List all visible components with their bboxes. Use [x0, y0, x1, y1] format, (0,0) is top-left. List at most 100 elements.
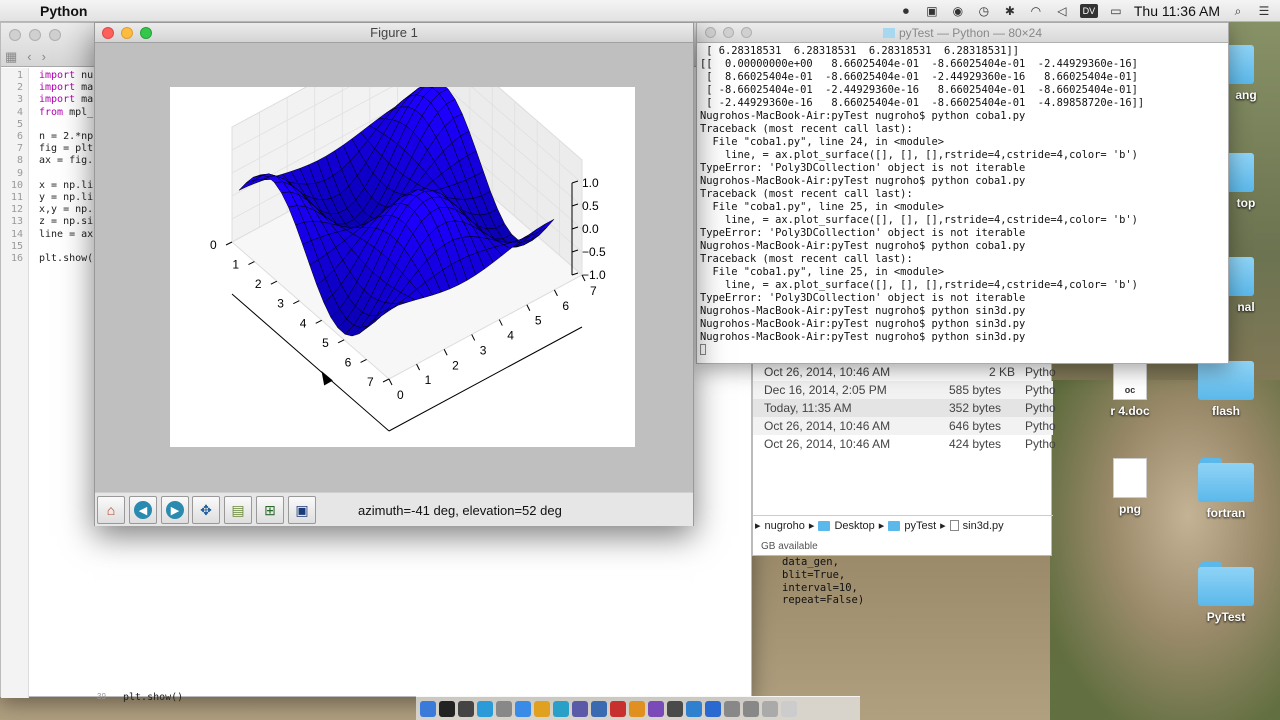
- desktop-icon-label: top: [1236, 196, 1256, 210]
- file-row[interactable]: Oct 26, 2014, 10:46 AM 424 bytes Pytho: [753, 435, 1056, 453]
- code-line: 2 import ma: [1, 82, 93, 94]
- wifi-icon[interactable]: ◠: [1028, 4, 1044, 18]
- minimize-icon[interactable]: [29, 29, 41, 41]
- zoom-icon[interactable]: [49, 29, 61, 41]
- code-text: line = ax: [39, 228, 94, 240]
- app-menu-name[interactable]: Python: [40, 3, 87, 19]
- path-item-file[interactable]: sin3d.py: [963, 520, 1004, 532]
- desktop-folder-pytest[interactable]: PyTest: [1186, 562, 1266, 624]
- desktop-icon-label: r 4.doc: [1110, 404, 1150, 418]
- file-date: Oct 26, 2014, 10:46 AM: [764, 419, 891, 433]
- desktop-folder-fortran[interactable]: fortran: [1186, 458, 1266, 520]
- close-icon[interactable]: [9, 29, 21, 41]
- x-tick-label: 2: [255, 277, 262, 291]
- plot-canvas[interactable]: 0 1 2 3 4 5 6 7 0 1 2 3 4 5 6 7 1.0 0.5 0.0 −0.5 −1.0: [170, 87, 635, 447]
- dock-app-icon[interactable]: [686, 700, 702, 717]
- eye-icon[interactable]: ◉: [950, 4, 966, 18]
- dock-app-icon[interactable]: [515, 700, 531, 717]
- pan-button[interactable]: ✥: [192, 496, 220, 524]
- close-icon[interactable]: [102, 27, 114, 39]
- save-button[interactable]: ▣: [288, 496, 316, 524]
- dock-app-icon[interactable]: [648, 700, 664, 717]
- dock-app-icon[interactable]: [667, 700, 683, 717]
- dock-app-icon[interactable]: [534, 700, 550, 717]
- battery-icon[interactable]: ▭: [1108, 4, 1124, 18]
- home-button[interactable]: ⌂: [97, 496, 125, 524]
- notification-center-icon[interactable]: ☰: [1256, 4, 1272, 18]
- code-line: 4 from mpl_: [1, 107, 93, 119]
- dock-app-icon[interactable]: [572, 700, 588, 717]
- dock-terminal-icon[interactable]: [439, 700, 455, 717]
- dock-app-icon[interactable]: [724, 700, 740, 717]
- screen-icon[interactable]: ▣: [924, 4, 940, 18]
- y-tick-mark: [388, 378, 393, 386]
- chevron-right-icon: ▸: [940, 520, 946, 532]
- x-tick-mark: [225, 241, 233, 246]
- record-icon[interactable]: ⏺: [898, 4, 914, 18]
- zoom-icon[interactable]: [741, 27, 752, 38]
- dock-itunes-icon[interactable]: [610, 700, 626, 717]
- dock-folder-icon[interactable]: [762, 700, 778, 717]
- file-row[interactable]: Dec 16, 2014, 2:05 PM 585 bytes Pytho: [753, 381, 1056, 399]
- desktop-icon-label: fortran: [1206, 506, 1246, 520]
- zoom-icon[interactable]: [140, 27, 152, 39]
- code-line: 13 z = np.si: [1, 216, 93, 228]
- back-nav-icon[interactable]: ‹: [27, 49, 31, 65]
- surface-plot[interactable]: 0 1 2 3 4 5 6 7 0 1 2 3 4 5 6 7 1.0 0.5 0.0 −0.5 −1.0: [170, 87, 635, 447]
- file-row[interactable]: Oct 26, 2014, 10:46 AM 646 bytes Pytho: [753, 417, 1056, 435]
- code-line: 10 x = np.li: [1, 180, 93, 192]
- y-tick-mark: [416, 363, 421, 371]
- dock-trash-icon[interactable]: [781, 700, 797, 717]
- close-icon[interactable]: [705, 27, 716, 38]
- dock-app-icon[interactable]: [591, 700, 607, 717]
- path-item-user[interactable]: nugroho: [765, 520, 805, 532]
- dock-app-icon[interactable]: [629, 700, 645, 717]
- grid-view-icon[interactable]: ▦: [5, 49, 17, 65]
- menu-clock[interactable]: Thu 11:36 AM: [1134, 3, 1220, 19]
- dock-app-icon[interactable]: [743, 700, 759, 717]
- timemachine-icon[interactable]: ◷: [976, 4, 992, 18]
- subplots-button[interactable]: ⊞: [256, 496, 284, 524]
- file-row[interactable]: Oct 26, 2014, 10:46 AM 2 KB Pytho: [753, 363, 1056, 381]
- dock-app-icon[interactable]: [496, 700, 512, 717]
- dock-safari-icon[interactable]: [477, 700, 493, 717]
- forward-button[interactable]: ▶: [161, 496, 189, 524]
- code-text: z = np.si: [39, 216, 94, 228]
- input-source-icon[interactable]: DV: [1079, 4, 1098, 18]
- line-number: 2: [16, 82, 23, 94]
- spotlight-search-icon[interactable]: ⌕: [1230, 4, 1246, 18]
- terminal-output[interactable]: [ 6.28318531 6.28318531 6.28318531 6.283…: [697, 43, 1228, 363]
- folder-icon: [882, 28, 895, 38]
- chevron-right-icon: ▸: [755, 520, 761, 532]
- file-kind: Pytho: [1025, 419, 1056, 433]
- code-editor[interactable]: 1 import nu 2 import ma 3 import ma 4 from mpl_…: [1, 70, 93, 265]
- x-tick-label: 6: [345, 355, 352, 369]
- forward-nav-icon[interactable]: ›: [42, 49, 46, 65]
- desktop-folder-flash[interactable]: flash: [1186, 356, 1266, 418]
- path-item-desktop[interactable]: Desktop: [834, 520, 874, 532]
- zoom-button[interactable]: ▤: [224, 496, 252, 524]
- line-number: 13: [10, 216, 23, 228]
- back-button[interactable]: ◀: [129, 496, 157, 524]
- line-number: 16: [10, 253, 23, 265]
- volume-icon[interactable]: ◁: [1054, 4, 1070, 18]
- file-size: 585 bytes: [949, 383, 1002, 397]
- terminal-line: Nugrohos-MacBook-Air:pyTest nugroho$ pyt…: [700, 110, 1026, 122]
- dock-app-icon[interactable]: [705, 700, 721, 717]
- path-item-pytest[interactable]: pyTest: [904, 520, 936, 532]
- disk-available: GB available: [761, 541, 818, 552]
- pan-arrows-icon: ✥: [200, 501, 212, 518]
- file-row-selected[interactable]: Today, 11:35 AM 352 bytes Pytho: [753, 399, 1056, 417]
- desktop-doc-file[interactable]: oc r 4.doc: [1100, 360, 1160, 418]
- bluetooth-icon[interactable]: ✱: [1002, 4, 1018, 18]
- minimize-icon[interactable]: [121, 27, 133, 39]
- desktop-png-file[interactable]: png: [1100, 458, 1160, 516]
- terminal-line: Traceback (most recent call last):: [700, 253, 913, 265]
- home-icon: ⌂: [106, 502, 116, 518]
- figure-titlebar: Figure 1: [95, 23, 693, 43]
- dock-finder-icon[interactable]: [420, 700, 436, 717]
- minimize-icon[interactable]: [723, 27, 734, 38]
- folder-icon: [1198, 562, 1254, 606]
- dock-app-icon[interactable]: [458, 700, 474, 717]
- dock-app-icon[interactable]: [553, 700, 569, 717]
